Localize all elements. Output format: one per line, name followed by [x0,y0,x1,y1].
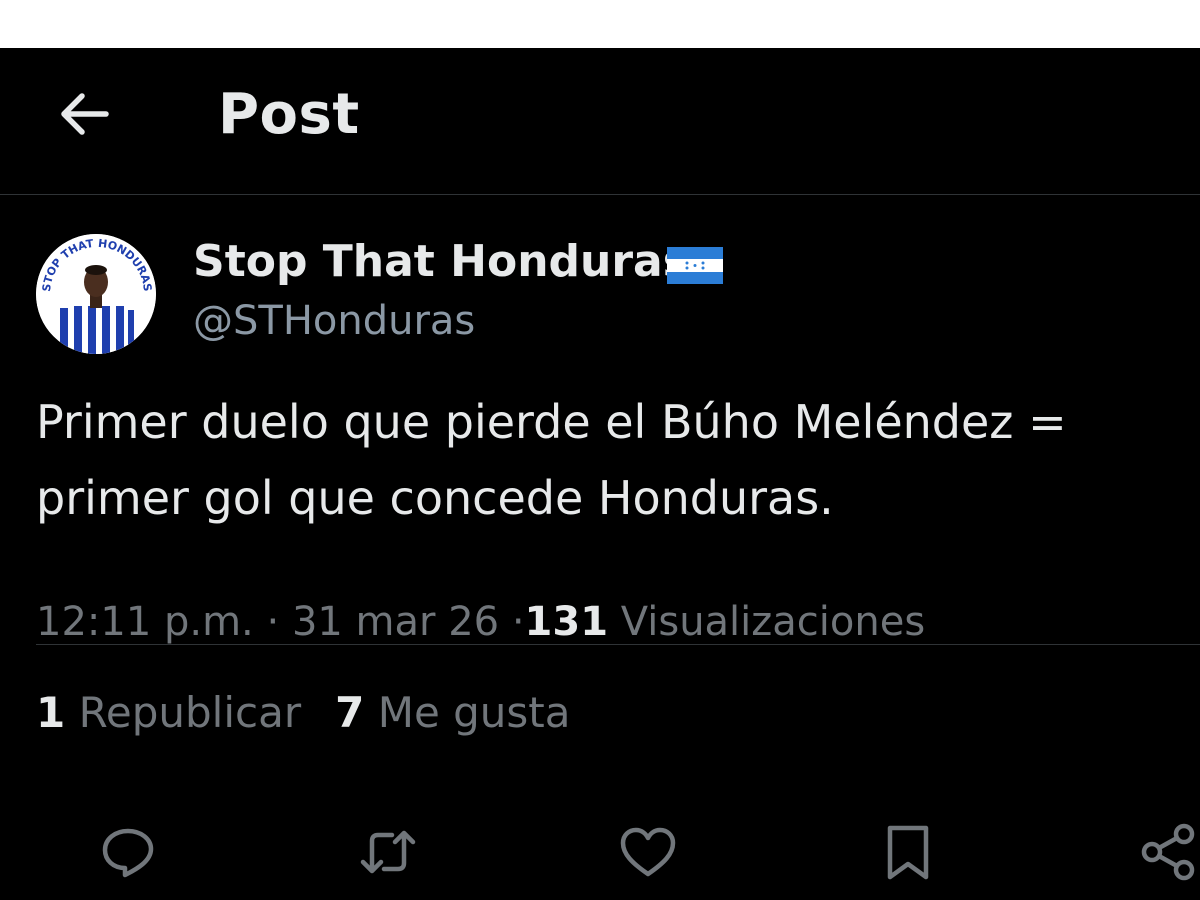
meta-separator: · [511,599,525,645]
likes-count: 7 [335,688,365,737]
post-meta: 12:11 p.m. · 31 mar 26 ·131 Visualizacio… [36,599,925,645]
reply-icon [102,828,154,878]
bookmark-button[interactable] [878,822,938,882]
meta-separator: · [266,599,280,645]
views-label: Visualizaciones [620,599,926,645]
top-bar: Post [0,48,1200,195]
author-name[interactable]: Stop That Honduras [193,236,689,287]
honduras-flag-icon [667,247,723,284]
post-text-line: primer gol que concede Honduras. [36,471,834,525]
like-button[interactable] [618,822,678,882]
post-date[interactable]: 31 mar 26 [292,599,499,645]
reply-button[interactable] [98,822,158,882]
views-count: 131 [524,599,609,645]
post-stats: 1 Republicar 7 Me gusta [36,688,571,737]
reposts-label: Republicar [78,688,302,737]
reposts-count: 1 [36,688,66,737]
likes-label: Me gusta [377,688,571,737]
post-time[interactable]: 12:11 p.m. [36,599,254,645]
profile-picture: STOP THAT HONDURAS [36,234,156,354]
post-text: Primer duelo que pierde el Búho Meléndez… [36,384,1200,536]
post-screen: Post STOP THAT HONDURAS Stop That Hondur… [0,48,1200,900]
repost-button[interactable] [358,822,418,882]
bookmark-icon [887,825,929,880]
likes-stat[interactable]: 7 Me gusta [335,688,570,737]
divider [36,644,1200,645]
avatar[interactable]: STOP THAT HONDURAS [36,234,156,354]
share-icon [1141,823,1195,881]
reposts-stat[interactable]: 1 Republicar [36,688,301,737]
repost-icon [360,830,416,874]
back-button[interactable] [52,82,116,146]
author-handle[interactable]: @STHonduras [193,298,475,344]
arrow-left-icon [61,93,109,135]
share-button[interactable] [1138,822,1198,882]
like-icon [620,827,676,877]
page-title: Post [218,82,360,147]
post-text-line: Primer duelo que pierde el Búho Meléndez… [36,395,1067,449]
